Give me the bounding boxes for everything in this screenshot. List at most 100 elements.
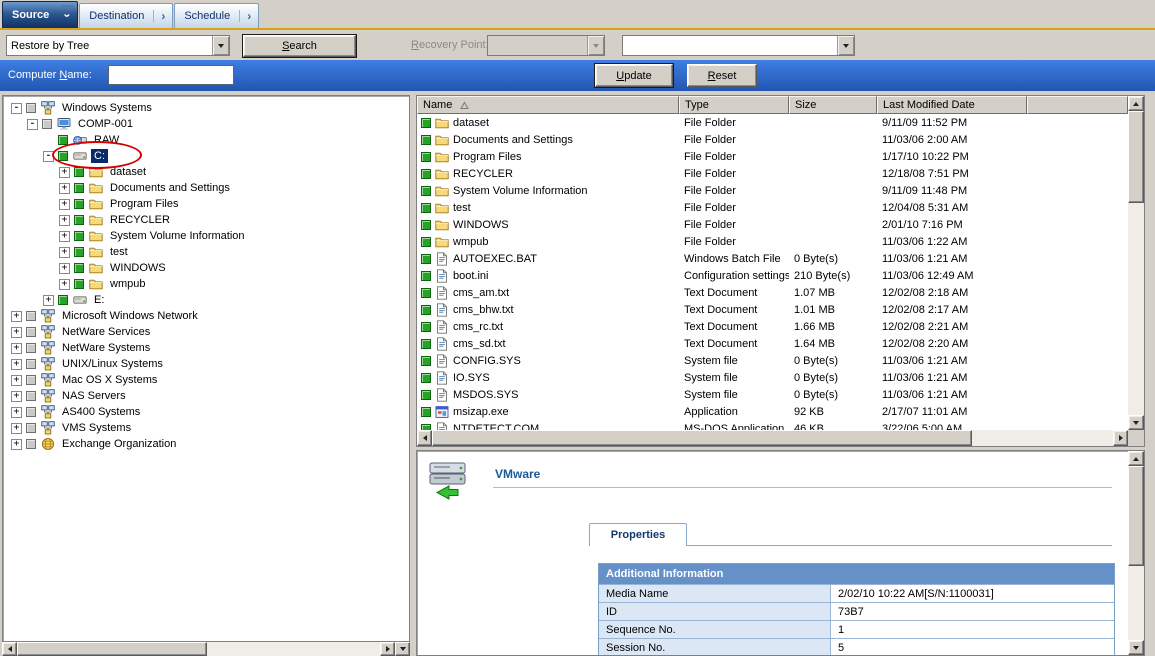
- tree-node-nas-servers[interactable]: +NAS Servers: [3, 388, 409, 404]
- selection-checkbox[interactable]: [421, 169, 431, 179]
- tree-node-microsoft-windows-network[interactable]: +Microsoft Windows Network: [3, 308, 409, 324]
- expand-icon[interactable]: +: [11, 343, 22, 354]
- selection-checkbox[interactable]: [421, 118, 431, 128]
- scroll-left-button[interactable]: [417, 430, 432, 446]
- expand-icon[interactable]: +: [11, 375, 22, 386]
- selection-checkbox[interactable]: [74, 167, 84, 177]
- tree-node-windows[interactable]: +WINDOWS: [3, 260, 409, 276]
- selection-checkbox[interactable]: [26, 327, 36, 337]
- file-list-vertical-scrollbar[interactable]: [1128, 96, 1144, 430]
- selection-checkbox[interactable]: [421, 220, 431, 230]
- scroll-right-button[interactable]: [1113, 430, 1128, 446]
- tab-source[interactable]: Source›: [2, 1, 78, 28]
- dropdown-arrow-icon[interactable]: [837, 36, 854, 55]
- file-row-msdos.sys[interactable]: MSDOS.SYSSystem file0 Byte(s)11/03/06 1:…: [417, 386, 1128, 403]
- expand-icon[interactable]: +: [43, 295, 54, 306]
- selection-checkbox[interactable]: [421, 237, 431, 247]
- expand-icon[interactable]: +: [59, 279, 70, 290]
- selection-checkbox[interactable]: [421, 390, 431, 400]
- scroll-down-button[interactable]: [1128, 640, 1144, 655]
- dropdown-arrow-icon[interactable]: [212, 36, 229, 55]
- selection-checkbox[interactable]: [74, 231, 84, 241]
- collapse-icon[interactable]: -: [11, 103, 22, 114]
- expand-icon[interactable]: +: [59, 183, 70, 194]
- selection-checkbox[interactable]: [26, 439, 36, 449]
- selection-checkbox[interactable]: [74, 199, 84, 209]
- selection-checkbox[interactable]: [421, 407, 431, 417]
- tree-node-e[interactable]: +E:: [3, 292, 409, 308]
- selection-checkbox[interactable]: [26, 103, 36, 113]
- tree-node-as400-systems[interactable]: +AS400 Systems: [3, 404, 409, 420]
- tree-node-test[interactable]: +test: [3, 244, 409, 260]
- tree-node-wmpub[interactable]: +wmpub: [3, 276, 409, 292]
- selection-checkbox[interactable]: [58, 135, 68, 145]
- file-row-config.sys[interactable]: CONFIG.SYSSystem file0 Byte(s)11/03/06 1…: [417, 352, 1128, 369]
- tree-node-comp-001[interactable]: -COMP-001: [3, 116, 409, 132]
- search-button[interactable]: Search: [243, 35, 356, 57]
- selection-checkbox[interactable]: [74, 247, 84, 257]
- file-row-msizap.exe[interactable]: msizap.exeApplication92 KB2/17/07 11:01 …: [417, 403, 1128, 420]
- scroll-up-button[interactable]: [1128, 96, 1144, 111]
- tree-node-mac-os-x-systems[interactable]: +Mac OS X Systems: [3, 372, 409, 388]
- tree-node-recycler[interactable]: +RECYCLER: [3, 212, 409, 228]
- recovery-point-combobox-2[interactable]: [622, 35, 855, 56]
- expand-icon[interactable]: +: [11, 327, 22, 338]
- tree-node-vms-systems[interactable]: +VMS Systems: [3, 420, 409, 436]
- file-row-dataset[interactable]: datasetFile Folder9/11/09 11:52 PM: [417, 114, 1128, 131]
- file-row-system-volume-information[interactable]: System Volume InformationFile Folder9/11…: [417, 182, 1128, 199]
- tree-node-windows-systems[interactable]: -Windows Systems: [3, 100, 409, 116]
- selection-checkbox[interactable]: [421, 339, 431, 349]
- tree-node-unix-linux-systems[interactable]: +UNIX/Linux Systems: [3, 356, 409, 372]
- file-row-cms-sd.txt[interactable]: cms_sd.txtText Document1.64 MB12/02/08 2…: [417, 335, 1128, 352]
- tree-node-exchange-organization[interactable]: +Exchange Organization: [3, 436, 409, 452]
- file-row-recycler[interactable]: RECYCLERFile Folder12/18/08 7:51 PM: [417, 165, 1128, 182]
- tree-node-documents-and-settings[interactable]: +Documents and Settings: [3, 180, 409, 196]
- file-row-cms-bhw.txt[interactable]: cms_bhw.txtText Document1.01 MB12/02/08 …: [417, 301, 1128, 318]
- tree-node-dataset[interactable]: +dataset: [3, 164, 409, 180]
- file-row-windows[interactable]: WINDOWSFile Folder2/01/10 7:16 PM: [417, 216, 1128, 233]
- selection-checkbox[interactable]: [421, 288, 431, 298]
- file-row-program-files[interactable]: Program FilesFile Folder1/17/10 10:22 PM: [417, 148, 1128, 165]
- file-row-documents-and-settings[interactable]: Documents and SettingsFile Folder11/03/0…: [417, 131, 1128, 148]
- selection-checkbox[interactable]: [26, 343, 36, 353]
- expand-icon[interactable]: +: [59, 167, 70, 178]
- reset-button[interactable]: Reset: [687, 64, 757, 87]
- file-row-cms-rc.txt[interactable]: cms_rc.txtText Document1.66 MB12/02/08 2…: [417, 318, 1128, 335]
- scroll-right-button[interactable]: [380, 642, 395, 656]
- selection-checkbox[interactable]: [74, 263, 84, 273]
- tree-horizontal-scrollbar[interactable]: [2, 642, 395, 656]
- selection-checkbox[interactable]: [74, 215, 84, 225]
- selection-checkbox[interactable]: [421, 254, 431, 264]
- tree-node-raw[interactable]: RAW: [3, 132, 409, 148]
- file-row-cms-am.txt[interactable]: cms_am.txtText Document1.07 MB12/02/08 2…: [417, 284, 1128, 301]
- update-button[interactable]: Update: [595, 64, 673, 87]
- selection-checkbox[interactable]: [421, 135, 431, 145]
- selection-checkbox[interactable]: [421, 152, 431, 162]
- expand-icon[interactable]: +: [11, 311, 22, 322]
- scrollbar-thumb[interactable]: [1128, 466, 1144, 566]
- tree-node-netware-systems[interactable]: +NetWare Systems: [3, 340, 409, 356]
- collapse-icon[interactable]: -: [43, 151, 54, 162]
- computer-name-input[interactable]: [108, 65, 234, 85]
- selection-checkbox[interactable]: [42, 119, 52, 129]
- column-header-name[interactable]: Name: [417, 96, 679, 114]
- expand-icon[interactable]: +: [59, 215, 70, 226]
- scrollbar-thumb[interactable]: [432, 430, 972, 446]
- expand-icon[interactable]: +: [11, 423, 22, 434]
- selection-checkbox[interactable]: [26, 311, 36, 321]
- file-row-test[interactable]: testFile Folder12/04/08 5:31 AM: [417, 199, 1128, 216]
- scrollbar-thumb[interactable]: [17, 642, 207, 656]
- column-header-last-modified-date[interactable]: Last Modified Date: [877, 96, 1027, 114]
- expand-icon[interactable]: +: [11, 407, 22, 418]
- selection-checkbox[interactable]: [421, 373, 431, 383]
- scroll-left-button[interactable]: [2, 642, 17, 656]
- tree-node-netware-services[interactable]: +NetWare Services: [3, 324, 409, 340]
- selection-checkbox[interactable]: [421, 271, 431, 281]
- selection-checkbox[interactable]: [74, 183, 84, 193]
- selection-checkbox[interactable]: [421, 356, 431, 366]
- selection-checkbox[interactable]: [74, 279, 84, 289]
- tree-node-program-files[interactable]: +Program Files: [3, 196, 409, 212]
- selection-checkbox[interactable]: [421, 322, 431, 332]
- expand-icon[interactable]: +: [59, 231, 70, 242]
- selection-checkbox[interactable]: [421, 305, 431, 315]
